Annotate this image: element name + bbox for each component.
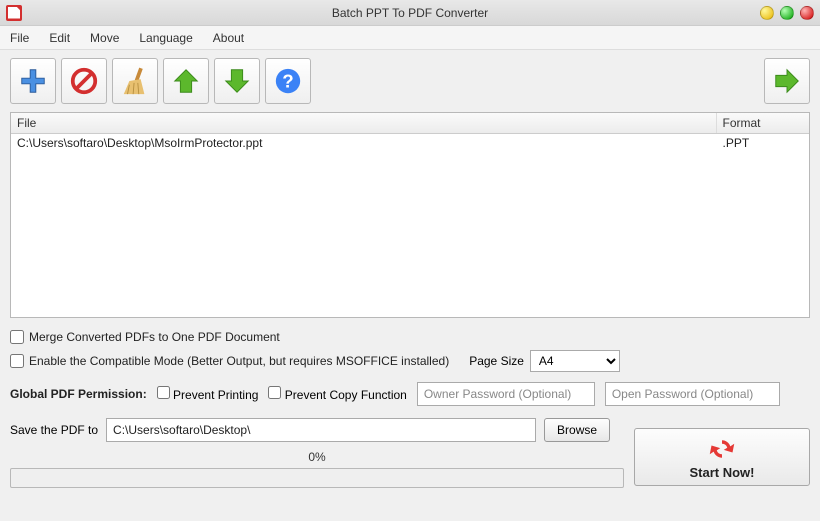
refresh-icon	[708, 435, 736, 463]
prevent-print-label: Prevent Printing	[173, 388, 258, 402]
arrow-right-icon	[772, 66, 802, 96]
menu-move[interactable]: Move	[90, 31, 119, 45]
merge-checkbox[interactable]	[10, 330, 24, 344]
next-button[interactable]	[764, 58, 810, 104]
save-label: Save the PDF to	[10, 423, 98, 437]
svg-text:?: ?	[282, 71, 293, 92]
add-button[interactable]	[10, 58, 56, 104]
page-size-label: Page Size	[469, 354, 524, 368]
file-list[interactable]: File Format C:\Users\softaro\Desktop\Mso…	[10, 112, 810, 318]
options-panel: Merge Converted PDFs to One PDF Document…	[10, 330, 810, 508]
table-row[interactable]: C:\Users\softaro\Desktop\MsoIrmProtector…	[11, 134, 809, 153]
toolbar-spacer	[316, 58, 759, 104]
compat-checkbox[interactable]	[10, 354, 24, 368]
merge-option[interactable]: Merge Converted PDFs to One PDF Document	[10, 330, 280, 344]
progress-area: 0%	[10, 450, 624, 508]
window-controls	[760, 6, 814, 20]
menu-file[interactable]: File	[10, 31, 29, 45]
app-icon	[6, 5, 22, 21]
cell-format: .PPT	[716, 134, 809, 153]
browse-button[interactable]: Browse	[544, 418, 610, 442]
close-button[interactable]	[800, 6, 814, 20]
column-format[interactable]: Format	[716, 113, 809, 134]
prevent-print-checkbox[interactable]	[157, 386, 170, 399]
toolbar: ?	[10, 58, 810, 104]
minimize-button[interactable]	[760, 6, 774, 20]
prevent-copy-label: Prevent Copy Function	[285, 388, 407, 402]
arrow-down-icon	[222, 66, 252, 96]
content-area: ? File Format C:\Users\softaro\Desktop\M…	[0, 50, 820, 516]
owner-password-input[interactable]	[417, 382, 595, 406]
remove-button[interactable]	[61, 58, 107, 104]
broom-icon	[120, 66, 150, 96]
open-password-input[interactable]	[605, 382, 780, 406]
menu-edit[interactable]: Edit	[49, 31, 70, 45]
plus-icon	[18, 66, 48, 96]
help-button[interactable]: ?	[265, 58, 311, 104]
progress-text: 0%	[10, 450, 624, 464]
permission-label: Global PDF Permission:	[10, 387, 147, 401]
merge-label: Merge Converted PDFs to One PDF Document	[29, 330, 280, 344]
start-label: Start Now!	[690, 465, 755, 480]
question-icon: ?	[273, 66, 303, 96]
maximize-button[interactable]	[780, 6, 794, 20]
move-up-button[interactable]	[163, 58, 209, 104]
prevent-copy-option[interactable]: Prevent Copy Function	[268, 386, 406, 402]
save-path-input[interactable]	[106, 418, 536, 442]
column-file[interactable]: File	[11, 113, 716, 134]
prevent-copy-checkbox[interactable]	[268, 386, 281, 399]
progress-bar	[10, 468, 624, 488]
start-button[interactable]: Start Now!	[634, 428, 810, 486]
page-size-select[interactable]: A4	[530, 350, 620, 372]
compat-option[interactable]: Enable the Compatible Mode (Better Outpu…	[10, 354, 449, 368]
move-down-button[interactable]	[214, 58, 260, 104]
arrow-up-icon	[171, 66, 201, 96]
menu-about[interactable]: About	[213, 31, 244, 45]
menu-language[interactable]: Language	[139, 31, 192, 45]
cell-file: C:\Users\softaro\Desktop\MsoIrmProtector…	[11, 134, 716, 153]
title-bar: Batch PPT To PDF Converter	[0, 0, 820, 26]
clear-button[interactable]	[112, 58, 158, 104]
compat-label: Enable the Compatible Mode (Better Outpu…	[29, 354, 449, 368]
no-entry-icon	[69, 66, 99, 96]
menu-bar: File Edit Move Language About	[0, 26, 820, 50]
prevent-print-option[interactable]: Prevent Printing	[157, 386, 259, 402]
file-table: File Format C:\Users\softaro\Desktop\Mso…	[11, 113, 809, 152]
window-title: Batch PPT To PDF Converter	[332, 6, 488, 20]
